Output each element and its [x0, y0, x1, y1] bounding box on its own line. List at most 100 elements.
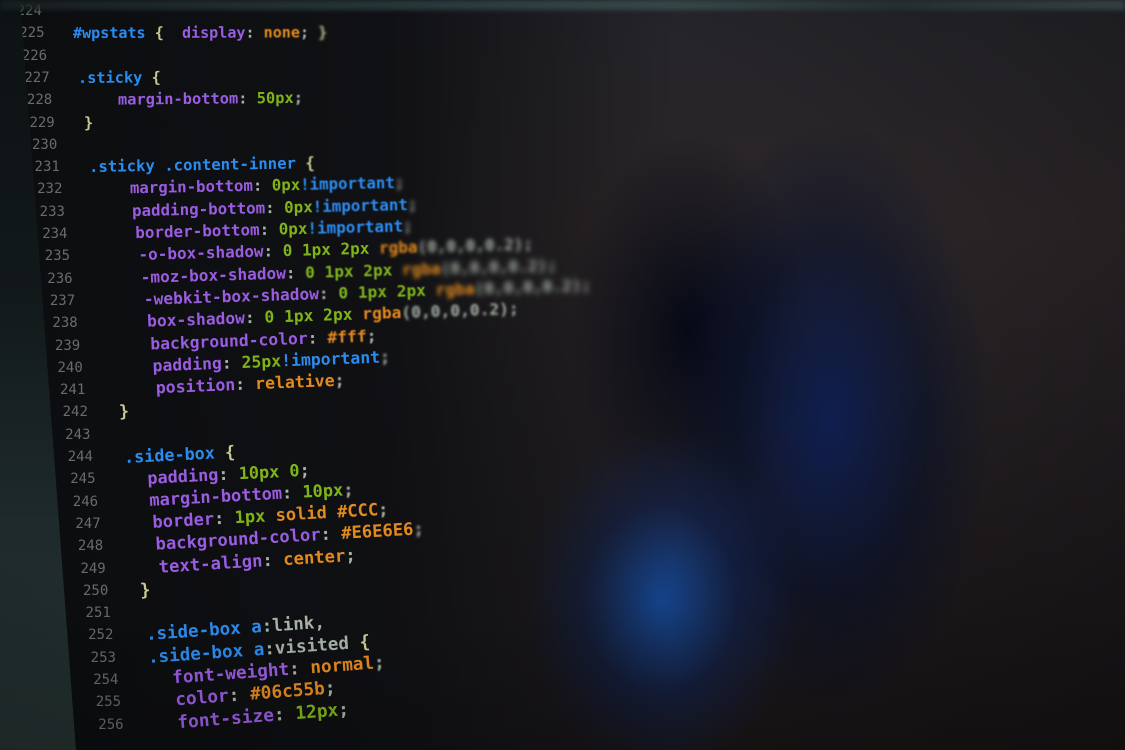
- token-number: 50px: [256, 89, 294, 108]
- token-punctuation: [137, 557, 159, 578]
- token-punctuation: [126, 468, 147, 489]
- line-number: 250: [83, 582, 109, 599]
- token-value: rgba: [378, 237, 418, 258]
- token-punctuation: :: [252, 175, 272, 196]
- token-selector: #wpstats: [72, 24, 146, 43]
- token-property: color: [174, 685, 230, 711]
- token-punctuation: ;: [337, 698, 351, 721]
- token-brace: {: [359, 631, 372, 653]
- token-property: box-shadow: [146, 308, 246, 331]
- token-number: 1px: [234, 505, 277, 529]
- token-punctuation: :: [285, 262, 306, 283]
- token-value: #fff: [326, 326, 367, 347]
- token-punctuation: [115, 378, 156, 399]
- token-punctuation: [97, 223, 136, 243]
- token-punctuation: :: [217, 463, 239, 485]
- token-value: rgba: [361, 303, 402, 324]
- token-punctuation: [99, 245, 138, 265]
- token-brace: {: [224, 441, 236, 463]
- line-number: 248: [77, 538, 104, 555]
- token-number: 0 1px 2px: [305, 259, 403, 282]
- token-property: margin-bottom: [129, 176, 253, 198]
- token-punctuation: [91, 179, 129, 199]
- token-punctuation: :: [245, 23, 264, 42]
- code-text: #wpstats { display: none; }: [73, 22, 327, 45]
- token-punctuation: ;: [343, 479, 355, 501]
- token-punctuation: [105, 290, 145, 310]
- token-property: padding: [146, 464, 219, 489]
- token-property: padding-bottom: [132, 197, 266, 220]
- line-number: 252: [88, 627, 114, 644]
- token-punctuation: :: [237, 89, 257, 108]
- token-punctuation: ;: [293, 89, 303, 108]
- photo-of-screen: 224 225 #wpstats { display: none; } 226 227.…: [0, 0, 1125, 750]
- token-brace: {: [305, 153, 315, 173]
- token-punctuation: (0,0,0,0.2);: [440, 255, 558, 278]
- token-punctuation: [113, 356, 153, 377]
- token-value: none: [263, 23, 300, 42]
- token-punctuation: [163, 24, 181, 42]
- line-number: 245: [70, 471, 96, 488]
- monitor-bezel-top: [0, 0, 1125, 10]
- token-punctuation: :: [273, 702, 297, 726]
- token-punctuation: :: [234, 374, 256, 395]
- line-number: 251: [85, 605, 111, 622]
- token-brace: {: [151, 68, 161, 87]
- token-number: 25px: [241, 351, 282, 372]
- token-important: !important: [299, 173, 395, 195]
- token-value: relative: [254, 371, 335, 394]
- token-property: -o-box-shadow: [137, 241, 264, 265]
- token-punctuation: (0,0,0,0.2);: [474, 275, 592, 299]
- token-punctuation: ;: [377, 499, 390, 521]
- code-editor[interactable]: 224 225 #wpstats { display: none; } 226 227.…: [20, 0, 1125, 750]
- token-property: position: [155, 375, 236, 398]
- token-punctuation: :: [318, 283, 339, 304]
- token-punctuation: :: [227, 684, 251, 707]
- token-property: -moz-box-shadow: [140, 263, 287, 287]
- token-punctuation: (0,0,0,0.2);: [416, 234, 533, 257]
- token-value: rgba: [435, 279, 475, 300]
- token-punctuation: :: [221, 352, 243, 373]
- token-punctuation: [129, 491, 150, 512]
- token-punctuation: [142, 68, 151, 86]
- token-punctuation: [150, 668, 173, 690]
- line-number: 242: [62, 404, 88, 421]
- token-value: normal: [309, 653, 375, 679]
- line-number: 249: [80, 560, 106, 577]
- token-punctuation: [94, 201, 132, 221]
- token-punctuation: ;: [344, 545, 356, 566]
- token-punctuation: [134, 535, 156, 556]
- token-punctuation: :: [244, 307, 265, 328]
- token-brace: }: [118, 401, 129, 422]
- token-punctuation: :: [265, 197, 285, 217]
- token-number: 12px: [294, 699, 340, 724]
- token-property: text-align: [157, 550, 263, 578]
- token-important: !important: [312, 194, 409, 216]
- token-punctuation: :: [306, 327, 328, 348]
- token-punctuation: :: [319, 524, 342, 546]
- line-number: 254: [93, 672, 119, 688]
- token-value: rgba: [402, 258, 442, 279]
- token-punctuation: [156, 712, 179, 735]
- line-number: 253: [90, 649, 116, 666]
- token-selector: .sticky: [78, 68, 143, 87]
- code-text: }: [83, 111, 93, 133]
- token-brace: }: [139, 580, 152, 601]
- token-brace: }: [83, 113, 93, 132]
- token-number: 0 1px 2px: [263, 304, 363, 327]
- token-punctuation: ;: [394, 173, 405, 193]
- line-number: 255: [95, 694, 122, 711]
- token-punctuation: ;: [298, 459, 310, 481]
- token-punctuation: :: [288, 658, 312, 680]
- token-punctuation: [107, 312, 147, 332]
- code-text: .sticky {: [78, 66, 161, 89]
- token-punctuation: ;: [402, 216, 413, 236]
- line-number: 247: [75, 515, 101, 532]
- line-number: 243: [65, 426, 91, 443]
- token-punctuation: ;: [334, 370, 345, 391]
- token-punctuation: [110, 334, 150, 354]
- token-punctuation: (0,0,0,0.2);: [400, 299, 519, 323]
- token-punctuation: :link,: [260, 613, 326, 638]
- token-punctuation: :: [261, 549, 284, 571]
- token-punctuation: ;: [373, 652, 386, 674]
